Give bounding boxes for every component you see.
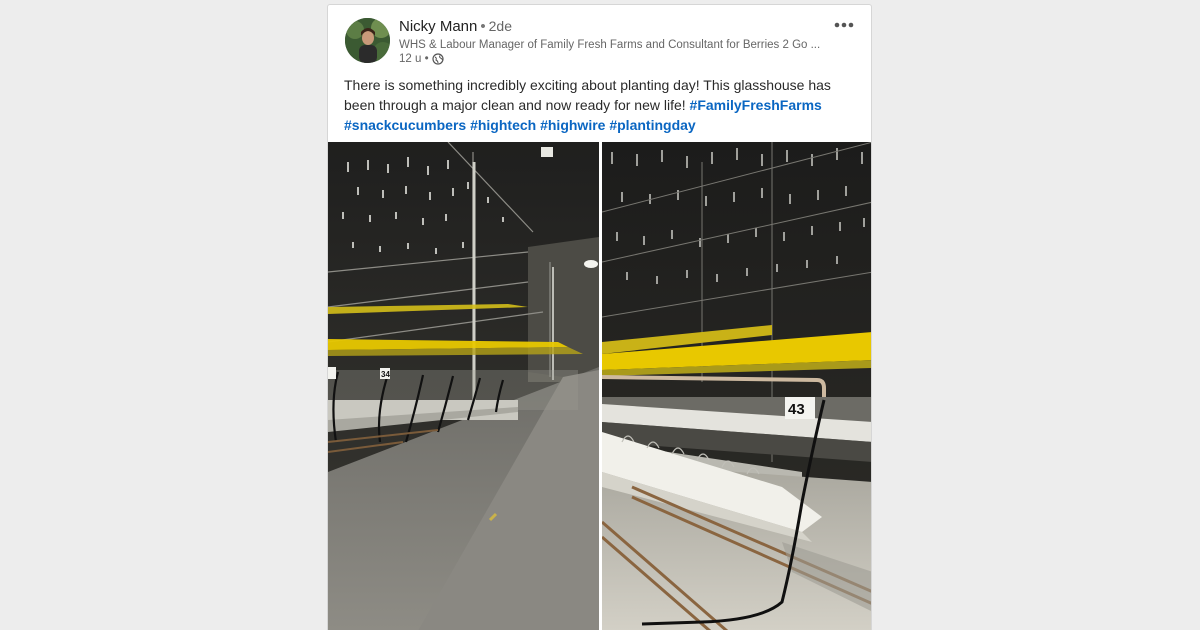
post-photos: 34 43 (328, 142, 871, 630)
row-sign-label: 34 (381, 370, 390, 379)
globe-icon (432, 53, 444, 65)
post-time: 12 u • (399, 53, 429, 65)
hashtag-highwire[interactable]: #highwire (540, 117, 605, 133)
post-meta: 12 u • (399, 53, 444, 65)
more-options-icon[interactable] (833, 18, 855, 32)
hashtag-hightech[interactable]: #hightech (470, 117, 536, 133)
post-header: Nicky Mann • 2de WHS & Labour Manager of F… (328, 5, 871, 71)
hashtag-snackcucumbers[interactable]: #snackcucumbers (344, 117, 466, 133)
post-text: There is something incredibly exciting a… (344, 75, 864, 135)
author-avatar[interactable] (345, 18, 390, 63)
glasshouse-row-photo[interactable]: 43 (602, 142, 871, 630)
degree-separator: • (480, 18, 486, 35)
author-line: Nicky Mann • 2de (399, 18, 512, 35)
post-card: Nicky Mann • 2de WHS & Labour Manager of F… (327, 4, 872, 630)
hashtag-plantingday[interactable]: #plantingday (609, 117, 695, 133)
glasshouse-aisle-photo[interactable]: 34 (328, 142, 599, 630)
author-headline: WHS & Labour Manager of Family Fresh Far… (399, 39, 821, 51)
hashtag-familyfreshfarms[interactable]: #FamilyFreshFarms (690, 97, 822, 113)
author-name[interactable]: Nicky Mann (399, 18, 477, 35)
row-sign-label: 43 (788, 401, 805, 418)
connection-degree: 2de (488, 18, 512, 34)
